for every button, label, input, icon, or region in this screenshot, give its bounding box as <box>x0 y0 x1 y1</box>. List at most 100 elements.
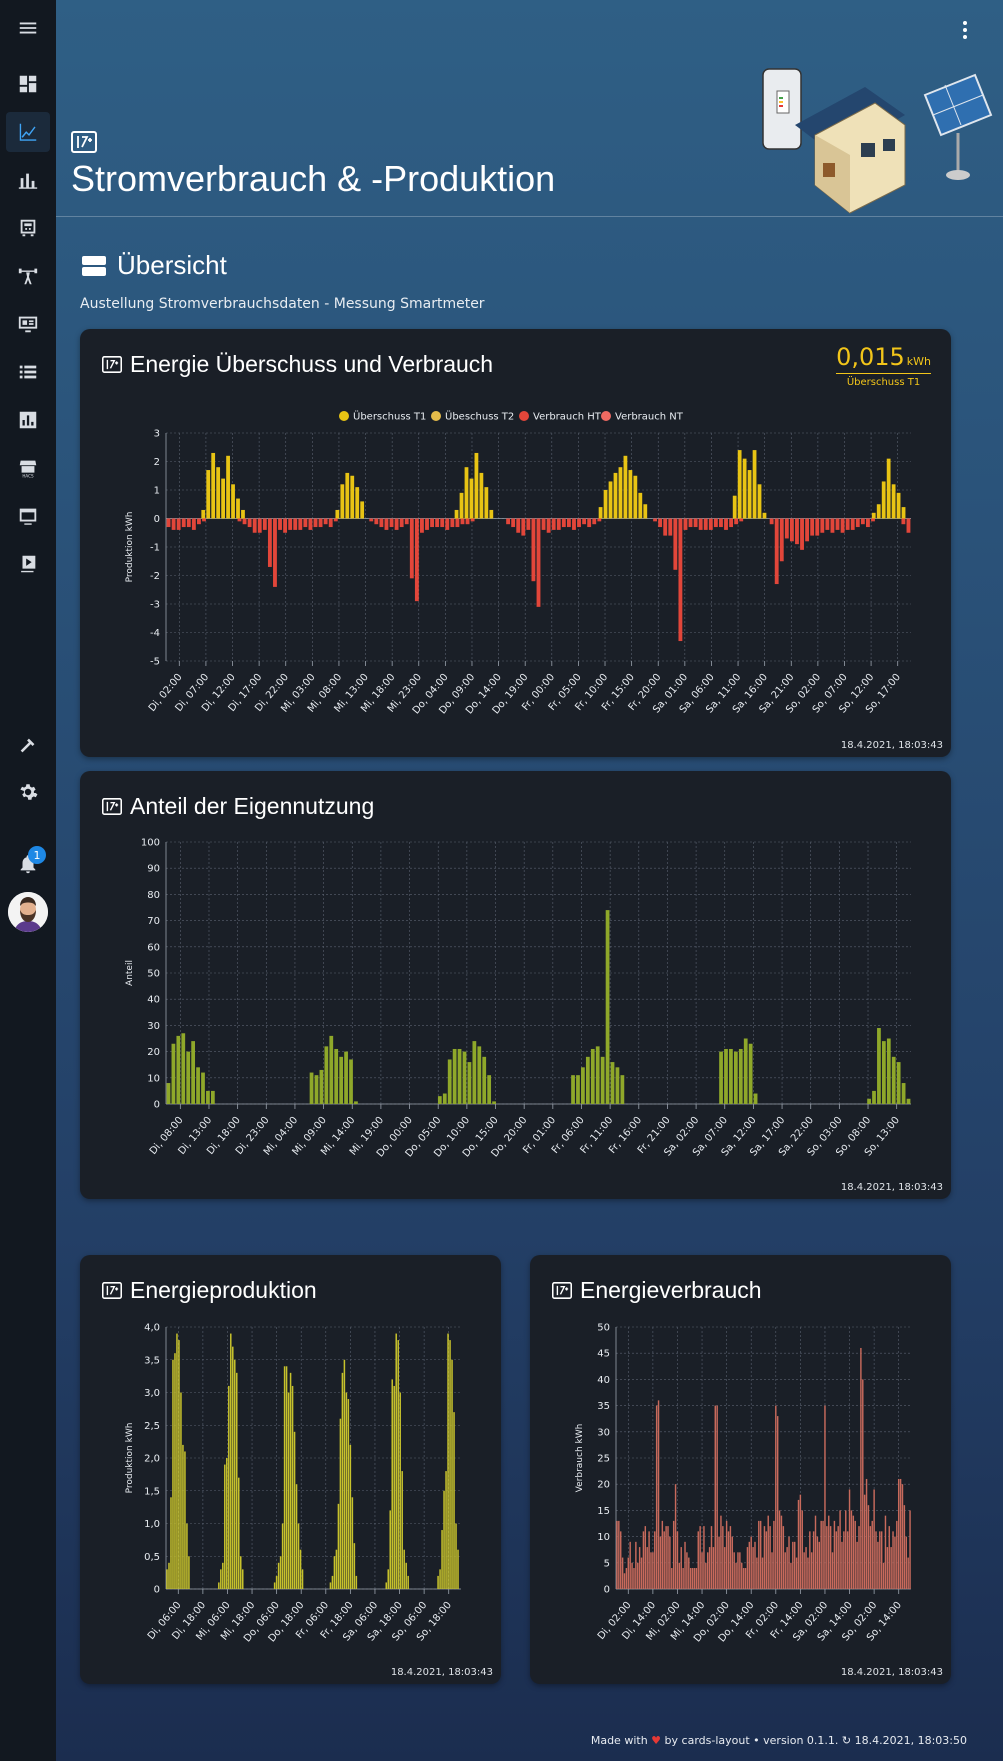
bar-chart-icon[interactable] <box>6 160 50 200</box>
bar <box>556 518 561 530</box>
y-tick-label: 70 <box>147 916 160 927</box>
solar-inverter-icon[interactable] <box>6 208 50 248</box>
y-tick-label: 45 <box>597 1349 610 1360</box>
bar <box>598 507 603 519</box>
bar <box>582 518 587 525</box>
y-tick-label: 0 <box>154 1585 160 1596</box>
bar <box>756 1557 758 1589</box>
bar <box>646 1547 648 1589</box>
bar <box>220 1569 222 1589</box>
monitor-icon[interactable] <box>6 304 50 344</box>
bar <box>232 1346 234 1589</box>
overflow-menu-icon[interactable] <box>963 18 967 42</box>
bar <box>511 518 516 528</box>
chart-line-icon[interactable] <box>6 112 50 152</box>
y-tick-label: 20 <box>147 1047 160 1058</box>
bar <box>903 1505 906 1589</box>
section-subtitle: Austellung Stromverbrauchsdaten - Messun… <box>80 296 485 312</box>
bar <box>176 518 181 530</box>
bar <box>765 1531 768 1589</box>
bar <box>331 1575 334 1589</box>
bar <box>489 509 494 519</box>
bar <box>877 1541 879 1589</box>
bar <box>333 1556 336 1589</box>
bar <box>226 455 230 519</box>
bar <box>384 518 389 530</box>
bar <box>324 1046 329 1104</box>
gear-icon[interactable] <box>6 772 50 812</box>
bar <box>860 1347 862 1589</box>
bar <box>873 1489 875 1589</box>
bar <box>678 1562 681 1589</box>
bar <box>613 472 618 519</box>
bar <box>672 1520 675 1589</box>
bar <box>741 1562 743 1589</box>
y-tick-label: 20 <box>597 1480 610 1491</box>
bar <box>655 1405 658 1589</box>
bar <box>178 1340 180 1589</box>
bar <box>176 1035 181 1104</box>
bar <box>618 467 623 519</box>
bar <box>628 470 633 519</box>
bar <box>595 1046 600 1104</box>
bar <box>727 1531 730 1589</box>
bar <box>658 518 663 528</box>
bar <box>800 518 804 550</box>
bar <box>680 1547 682 1589</box>
bar <box>405 1562 407 1589</box>
bar <box>395 1333 397 1589</box>
bar <box>786 1547 788 1589</box>
hammer-icon[interactable] <box>6 726 50 766</box>
bar <box>831 1552 834 1589</box>
bar <box>871 512 876 519</box>
bar <box>748 1541 751 1589</box>
notifications-button[interactable]: 1 <box>6 844 50 884</box>
hacs-icon[interactable]: HACS <box>6 448 50 488</box>
weightlifting-icon[interactable] <box>6 256 50 296</box>
y-tick-label: 3,0 <box>144 1388 160 1399</box>
bar <box>809 1531 811 1589</box>
bar <box>872 1090 876 1104</box>
list-icon[interactable] <box>6 352 50 392</box>
legend-label: Überschuss T1 <box>353 410 426 423</box>
bar <box>242 518 247 525</box>
bar <box>689 1568 692 1589</box>
bar <box>716 1405 718 1589</box>
bar <box>710 1526 713 1589</box>
y-tick-label: 10 <box>147 1073 160 1084</box>
bar <box>835 518 840 530</box>
bar <box>653 518 657 522</box>
bar <box>597 518 602 522</box>
bar <box>678 518 683 642</box>
bar <box>166 1569 168 1589</box>
bar <box>731 1536 734 1589</box>
bar <box>166 1083 171 1104</box>
poll-icon[interactable] <box>6 400 50 440</box>
bar <box>697 1531 699 1589</box>
bar <box>455 518 460 528</box>
bar <box>541 518 546 530</box>
bar <box>855 518 860 528</box>
playlist-play-icon[interactable] <box>6 544 50 584</box>
y-tick-label: 40 <box>147 995 160 1006</box>
bar <box>695 1568 698 1589</box>
bar <box>737 1552 739 1589</box>
bar <box>638 1547 641 1589</box>
menu-icon[interactable] <box>6 8 50 48</box>
bar <box>837 1526 839 1589</box>
bar <box>825 518 830 530</box>
bar <box>881 481 886 519</box>
bar <box>437 1575 439 1589</box>
window-icon[interactable] <box>6 496 50 536</box>
bar <box>191 1041 196 1104</box>
dashboard-icon[interactable] <box>6 64 50 104</box>
bar <box>309 1072 314 1104</box>
bar <box>812 1531 815 1589</box>
bar <box>577 518 581 528</box>
bar <box>455 1523 457 1589</box>
bar <box>221 478 226 519</box>
bar <box>875 1531 877 1589</box>
card-produktion: Energieproduktion 4,0 3,5 3,0 2,5 2,0 1,5 1,0 0… <box>80 1255 501 1684</box>
legend-label: Verbrauch HT <box>533 412 602 423</box>
avatar[interactable] <box>8 892 48 932</box>
